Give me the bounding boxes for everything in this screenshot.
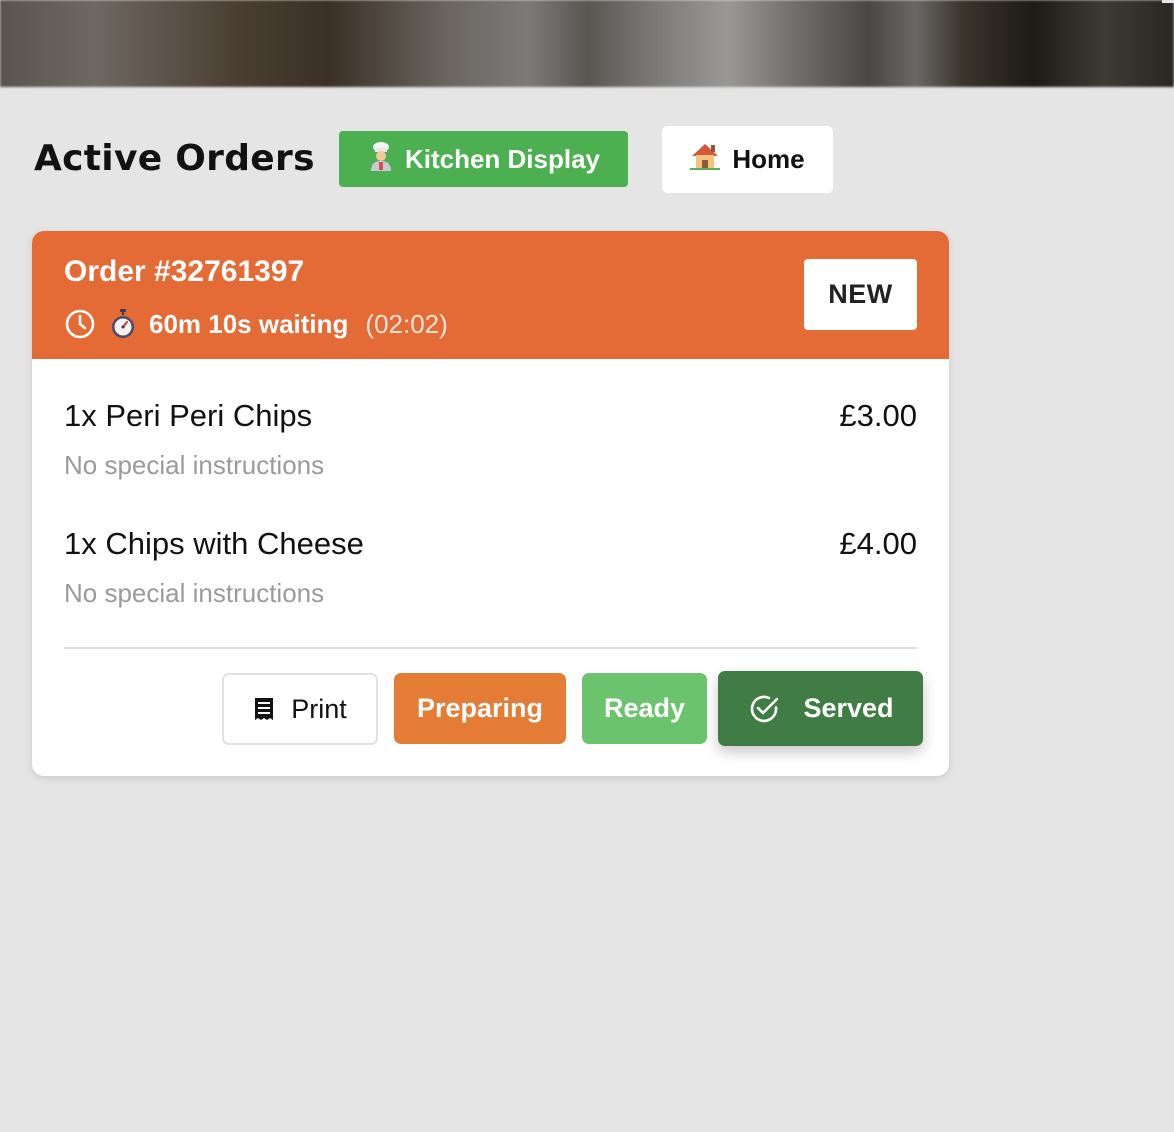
wait-time-row: 60m 10s waiting (02:02) <box>64 307 448 341</box>
kitchen-display-button[interactable]: Kitchen Display <box>339 131 628 187</box>
header-banner-image <box>0 0 1174 87</box>
order-card-header: Order #32761397 60m 10s waiting (02:02) … <box>32 231 949 359</box>
item-name: 1x Chips with Cheese <box>64 526 364 561</box>
item-name: 1x Peri Peri Chips <box>64 398 313 433</box>
banner-corner-mark <box>1162 0 1174 3</box>
served-button[interactable]: Served <box>718 671 923 746</box>
order-card: Order #32761397 60m 10s waiting (02:02) … <box>32 231 949 776</box>
status-badge: NEW <box>804 259 917 330</box>
print-label: Print <box>291 693 347 724</box>
elapsed-timer: (02:02) <box>365 308 448 339</box>
divider <box>64 647 917 649</box>
item-note: No special instructions <box>64 578 325 608</box>
preparing-button[interactable]: Preparing <box>394 673 566 744</box>
ready-label: Ready <box>603 693 686 723</box>
receipt-icon <box>255 698 274 720</box>
item-note: No special instructions <box>64 450 325 480</box>
order-number: Order #32761397 <box>64 255 305 288</box>
ready-button[interactable]: Ready <box>582 673 707 744</box>
item-price: £3.00 <box>839 398 917 433</box>
home-button[interactable]: Home <box>662 126 833 193</box>
clock-icon <box>65 309 95 339</box>
waiting-time: 60m 10s waiting <box>149 308 349 339</box>
house-icon <box>690 142 721 177</box>
served-label: Served <box>803 693 894 723</box>
home-label: Home <box>732 144 805 174</box>
print-button[interactable]: Print <box>222 673 378 745</box>
kitchen-display-label: Kitchen Display <box>404 143 601 174</box>
item-price: £4.00 <box>839 526 917 561</box>
preparing-label: Preparing <box>416 693 544 723</box>
page-title: Active Orders <box>34 138 315 179</box>
chef-icon <box>367 141 395 178</box>
stopwatch-icon <box>112 309 134 338</box>
check-circle-icon <box>751 695 779 722</box>
